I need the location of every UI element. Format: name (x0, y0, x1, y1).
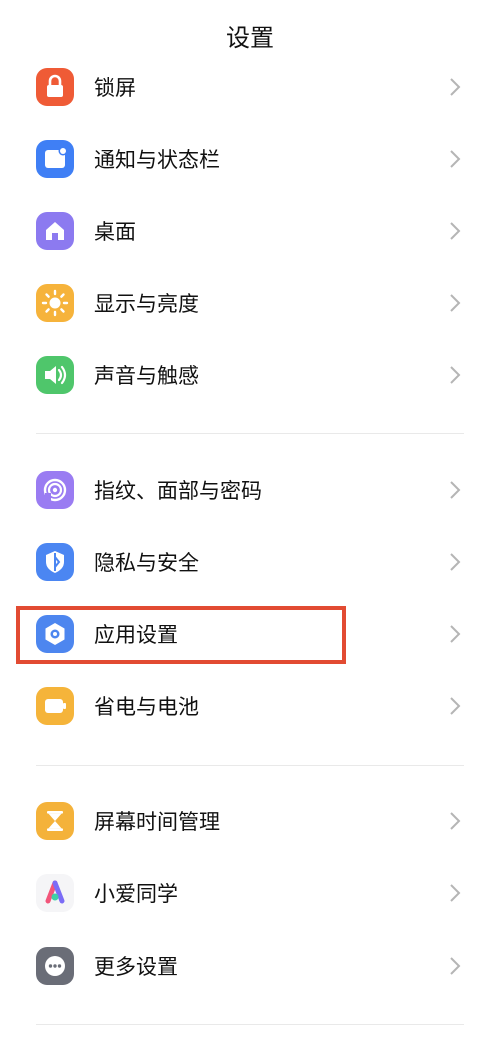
fingerprint-icon (36, 471, 74, 509)
hourglass-icon (36, 802, 74, 840)
settings-item-label: 声音与触感 (94, 364, 199, 388)
settings-item-label: 小爱同学 (94, 882, 178, 906)
settings-item-lock-screen[interactable]: 锁屏 (0, 52, 500, 124)
settings-item-label: 省电与电池 (94, 695, 199, 719)
settings-item-label: 更多设置 (94, 955, 178, 979)
chevron-right-icon (450, 150, 461, 168)
page-title: 设置 (226, 24, 274, 52)
chevron-right-icon (450, 957, 461, 975)
settings-item-label: 通知与状态栏 (94, 148, 220, 172)
lock-icon (36, 68, 74, 106)
settings-item-desktop[interactable]: 桌面 (0, 196, 500, 268)
notification-icon (36, 140, 74, 178)
chevron-right-icon (450, 366, 461, 384)
speaker-icon (36, 356, 74, 394)
settings-item-sound[interactable]: 声音与触感 (0, 340, 500, 412)
section-divider (36, 1024, 464, 1025)
settings-item-label: 锁屏 (94, 76, 136, 100)
battery-icon (36, 687, 74, 725)
sun-icon (36, 284, 74, 322)
home-icon (36, 212, 74, 250)
shield-icon (36, 543, 74, 581)
chevron-right-icon (450, 481, 461, 499)
settings-item-screen-time[interactable]: 屏幕时间管理 (0, 786, 500, 858)
chevron-right-icon (450, 294, 461, 312)
chevron-right-icon (450, 884, 461, 902)
chevron-right-icon (450, 625, 461, 643)
settings-item-label: 隐私与安全 (94, 551, 199, 575)
section-divider (36, 433, 464, 434)
settings-item-battery[interactable]: 省电与电池 (0, 671, 500, 743)
settings-item-label: 指纹、面部与密码 (94, 479, 262, 503)
settings-item-xiaoai[interactable]: 小爱同学 (0, 858, 500, 930)
more-icon (36, 947, 74, 985)
settings-item-label: 屏幕时间管理 (94, 810, 220, 834)
highlight-box (16, 606, 346, 664)
settings-item-fingerprint[interactable]: 指纹、面部与密码 (0, 455, 500, 527)
settings-item-notifications[interactable]: 通知与状态栏 (0, 124, 500, 196)
chevron-right-icon (450, 78, 461, 96)
xiaoai-icon (36, 874, 74, 912)
chevron-right-icon (450, 697, 461, 715)
settings-item-more[interactable]: 更多设置 (0, 931, 500, 1003)
chevron-right-icon (450, 553, 461, 571)
settings-item-label: 显示与亮度 (94, 292, 199, 316)
settings-item-label: 桌面 (94, 220, 136, 244)
settings-item-privacy[interactable]: 隐私与安全 (0, 527, 500, 599)
chevron-right-icon (450, 222, 461, 240)
chevron-right-icon (450, 812, 461, 830)
settings-item-display[interactable]: 显示与亮度 (0, 268, 500, 340)
section-divider (36, 765, 464, 766)
